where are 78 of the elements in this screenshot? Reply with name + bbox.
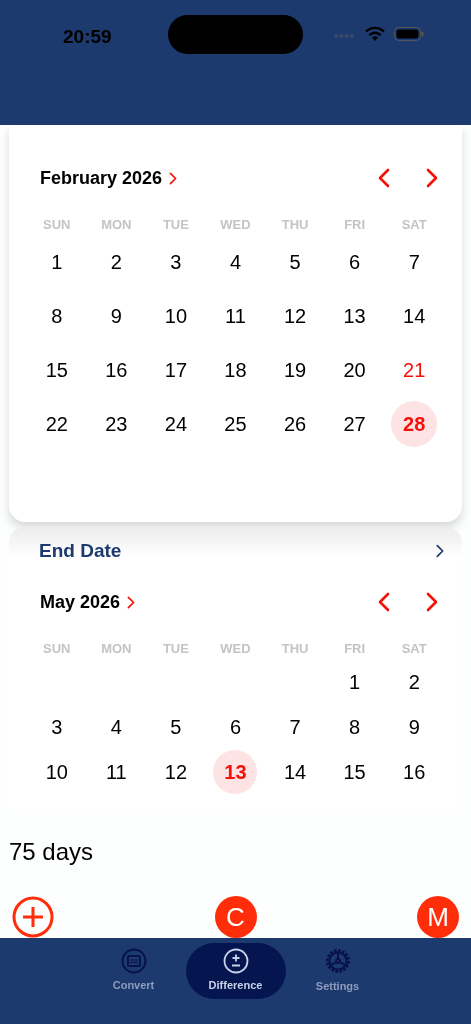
calendar-day[interactable]: 4 <box>212 239 259 285</box>
weekday-label: SAT <box>400 640 428 659</box>
letter-button[interactable]: C <box>214 896 257 938</box>
calendar-day[interactable]: 15 <box>33 347 80 393</box>
weekday-label: MON <box>100 640 133 659</box>
calendar-day[interactable]: 16 <box>93 347 140 393</box>
calendar-day[interactable]: 26 <box>272 401 319 447</box>
weekday-label: THU <box>280 216 310 235</box>
plus-minus-icon <box>222 948 249 975</box>
calendar-day[interactable]: 25 <box>212 401 259 447</box>
chevron-right-icon[interactable] <box>436 544 444 558</box>
signal-icon <box>333 33 355 39</box>
previous-month-icon[interactable] <box>378 168 390 188</box>
weekday-label: SUN <box>42 216 72 235</box>
calendar-day[interactable]: 4 <box>94 704 139 749</box>
tab-item[interactable]: Difference <box>185 943 286 999</box>
calendar-day[interactable]: 13 <box>331 293 378 339</box>
wifi-icon <box>365 26 385 41</box>
letter-button[interactable]: M <box>417 896 459 938</box>
gear-icon <box>323 947 352 976</box>
calendar-day[interactable]: 6 <box>331 239 378 285</box>
next-month-icon[interactable] <box>426 168 438 188</box>
next-month-icon[interactable] <box>426 592 438 612</box>
calendar-day[interactable]: 7 <box>391 239 438 285</box>
month-title[interactable]: February 2026 <box>40 164 163 192</box>
tab-item[interactable]: Convert <box>83 943 184 999</box>
calendar-day[interactable]: 9 <box>93 293 140 339</box>
calendar-day[interactable]: 23 <box>93 401 140 447</box>
calendar-day[interactable]: 5 <box>272 239 319 285</box>
calendar-day[interactable]: 22 <box>33 401 80 447</box>
calendar-day[interactable]: 24 <box>152 401 199 447</box>
calendar-day[interactable]: 17 <box>152 347 199 393</box>
calendar-day[interactable]: 15 <box>332 749 377 794</box>
calendar-day[interactable]: 16 <box>392 749 437 794</box>
day-count: 75 days <box>9 837 95 867</box>
calendar-day[interactable]: 10 <box>152 293 199 339</box>
calendar-icon <box>120 948 147 975</box>
weekday-label: WED <box>219 216 252 235</box>
month-title[interactable]: May 2026 <box>40 588 121 616</box>
calendar-day[interactable]: 14 <box>391 293 438 339</box>
calendar-day[interactable]: 1 <box>33 239 80 285</box>
calendar-day[interactable]: 11 <box>94 749 139 794</box>
calendar-day[interactable]: 9 <box>392 704 437 749</box>
calendar-day[interactable]: 20 <box>331 347 378 393</box>
calendar-day[interactable]: 12 <box>272 293 319 339</box>
end-date-title[interactable]: End Date <box>39 536 122 566</box>
calendar-day[interactable]: 10 <box>34 749 79 794</box>
weekday-label: MON <box>100 216 133 235</box>
calendar-day[interactable]: 3 <box>34 704 79 749</box>
weekday-label: TUE <box>161 216 190 235</box>
weekday-label: SUN <box>42 640 72 659</box>
calendar-day[interactable]: 8 <box>33 293 80 339</box>
weekday-label: SAT <box>400 216 428 235</box>
calendar-day[interactable]: 27 <box>331 401 378 447</box>
previous-month-icon[interactable] <box>378 592 390 612</box>
weekday-label: TUE <box>161 640 190 659</box>
calendar-day[interactable]: 2 <box>93 239 140 285</box>
weekday-label: FRI <box>343 216 367 235</box>
calendar-day[interactable]: 14 <box>273 749 318 794</box>
battery-icon <box>394 27 424 41</box>
tab-item[interactable]: Settings <box>287 943 388 999</box>
weekday-label: THU <box>280 640 310 659</box>
calendar-day[interactable]: 1 <box>332 659 377 704</box>
calendar-day[interactable]: 6 <box>213 704 258 749</box>
calendar-day[interactable]: 18 <box>212 347 259 393</box>
calendar-day[interactable]: 11 <box>212 293 259 339</box>
weekday-label: FRI <box>343 640 367 659</box>
calendar-day[interactable]: 7 <box>273 704 318 749</box>
calendar-day[interactable]: 5 <box>153 704 198 749</box>
calendar-day[interactable]: 3 <box>152 239 199 285</box>
calendar-day[interactable]: 19 <box>272 347 319 393</box>
calendar-day[interactable]: 21 <box>391 347 438 393</box>
weekday-label: WED <box>219 640 252 659</box>
add-button[interactable] <box>12 896 54 938</box>
calendar-day[interactable]: 12 <box>153 749 198 794</box>
status-time: 20:59 <box>63 25 112 49</box>
calendar-day[interactable]: 8 <box>332 704 377 749</box>
calendar-day[interactable]: 2 <box>392 659 437 704</box>
